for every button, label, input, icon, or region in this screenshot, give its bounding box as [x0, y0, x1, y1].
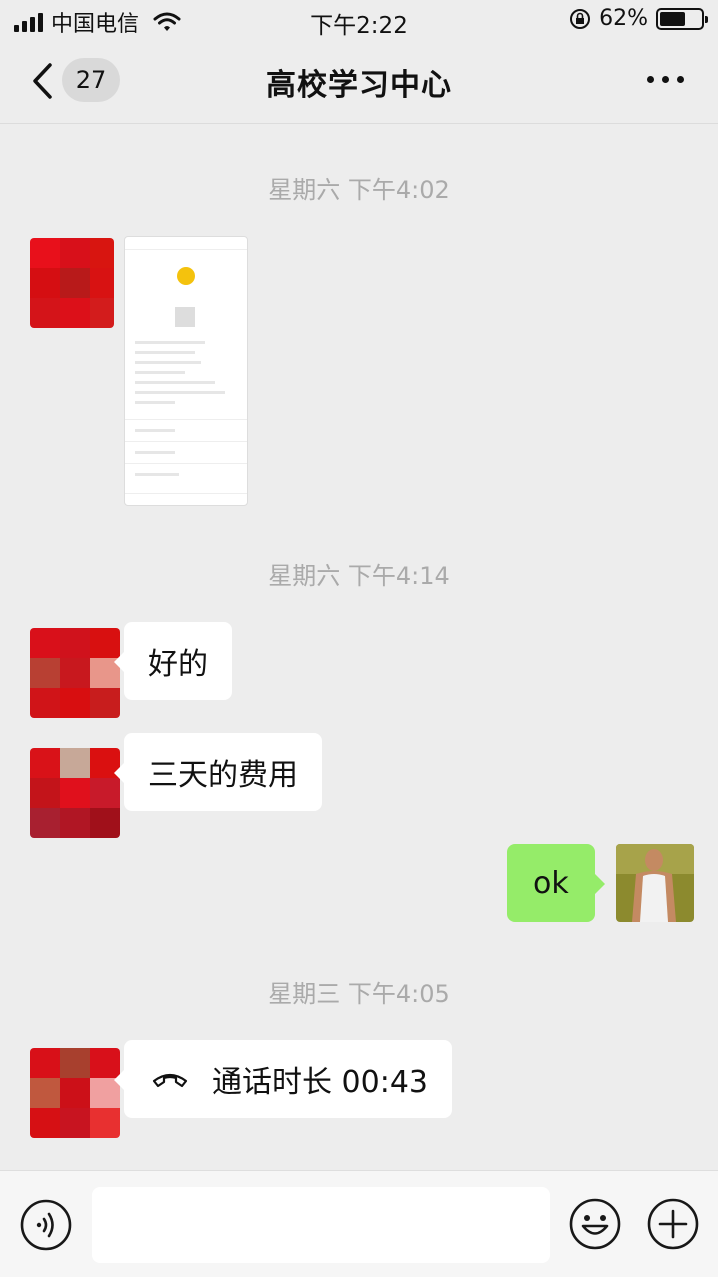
avatar[interactable]: [30, 628, 120, 718]
status-bar: 中国电信 下午2:22 62%: [0, 0, 718, 40]
status-right: 62%: [569, 6, 708, 31]
call-icon: [152, 1073, 188, 1088]
chat-title: 高校学习中心: [266, 68, 452, 103]
call-record-bubble[interactable]: 通话时长 00:43: [114, 1040, 452, 1118]
input-bar: [0, 1170, 718, 1277]
message-input[interactable]: [92, 1187, 550, 1263]
rotation-lock-icon: [570, 8, 591, 29]
timestamp: 星期三 下午4:05: [268, 980, 450, 1008]
avatar[interactable]: [30, 1048, 120, 1138]
app-logo-icon: [177, 267, 195, 285]
timestamp: 星期六 下午4:02: [268, 176, 450, 204]
image-message[interactable]: [124, 236, 248, 506]
message-bubble[interactable]: 好的: [114, 622, 232, 700]
message-bubble-sent[interactable]: ok: [507, 844, 605, 922]
message-bubble[interactable]: 三天的费用: [114, 733, 322, 811]
my-avatar[interactable]: [616, 844, 694, 922]
plus-icon[interactable]: [646, 1197, 700, 1251]
message-text: 好的: [148, 647, 208, 682]
emoji-icon[interactable]: [568, 1197, 622, 1251]
battery-fill: [660, 11, 685, 26]
battery-icon: [656, 7, 708, 30]
avatar[interactable]: [30, 748, 120, 838]
call-duration-text: 通话时长 00:43: [212, 1065, 428, 1100]
qr-code-thumbnail: [175, 307, 195, 327]
avatar[interactable]: [30, 238, 114, 328]
voice-icon[interactable]: [20, 1199, 72, 1251]
message-text: ok: [533, 865, 569, 901]
message-text: 三天的费用: [148, 758, 298, 793]
nav-bar: 27 高校学习中心: [0, 40, 718, 124]
battery-percent: 62%: [599, 6, 648, 31]
more-icon[interactable]: [647, 76, 684, 83]
timestamp: 星期六 下午4:14: [268, 562, 450, 590]
person-photo: [616, 844, 694, 922]
